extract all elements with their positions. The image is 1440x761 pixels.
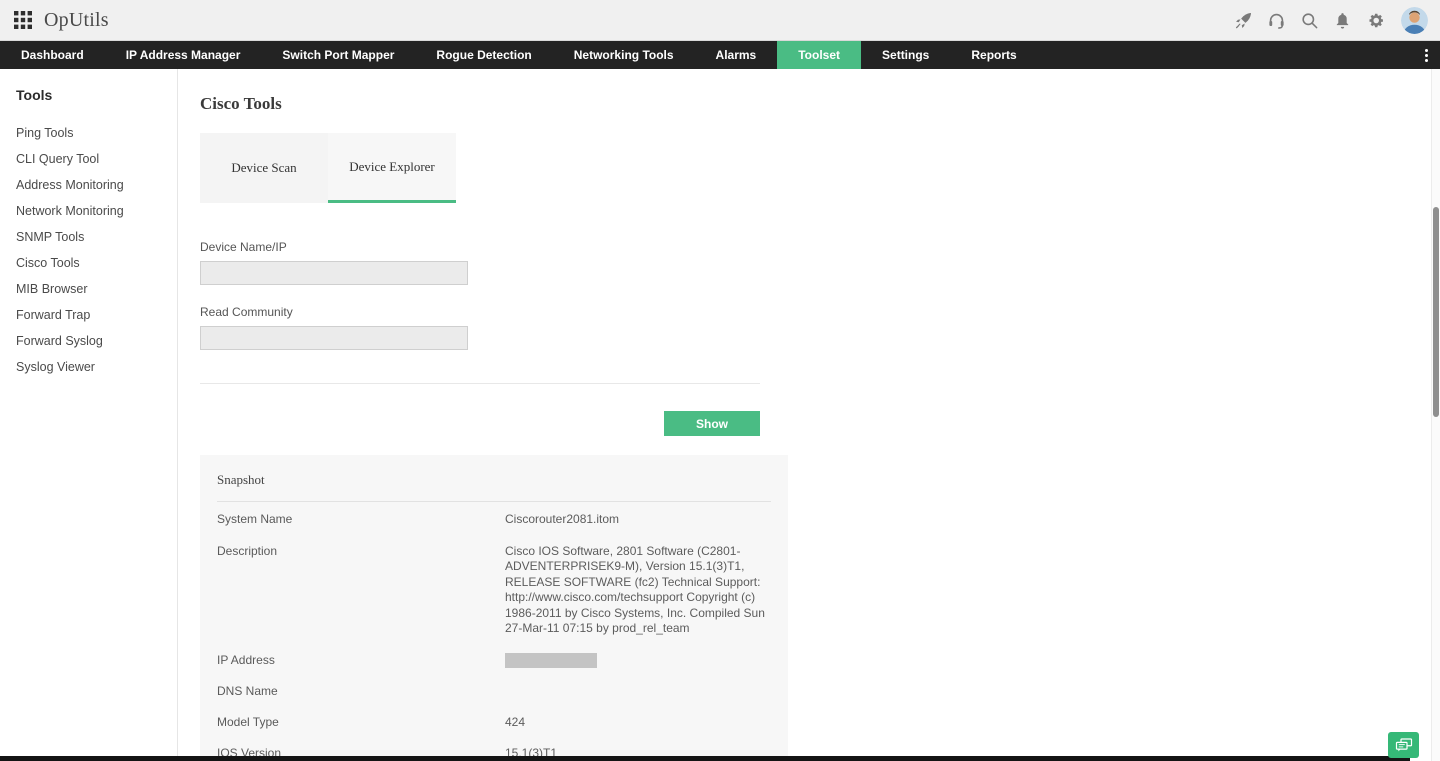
nav-tab-ip-address-manager[interactable]: IP Address Manager xyxy=(105,41,262,69)
scrollbar-thumb[interactable] xyxy=(1433,207,1439,417)
snapshot-row-model-type: Model Type 424 xyxy=(217,714,526,729)
snapshot-row-dns-name: DNS Name xyxy=(217,683,278,698)
nav-tab-rogue-detection[interactable]: Rogue Detection xyxy=(415,41,552,69)
sidebar-item-syslog-viewer[interactable]: Syslog Viewer xyxy=(16,361,161,374)
nav-tab-dashboard[interactable]: Dashboard xyxy=(0,41,105,69)
support-headset-icon[interactable] xyxy=(1266,10,1286,30)
read-community-label: Read Community xyxy=(200,305,293,319)
apps-grid-icon[interactable] xyxy=(14,11,32,29)
form-divider xyxy=(200,383,760,384)
notifications-bell-icon[interactable] xyxy=(1332,10,1352,30)
device-name-label: Device Name/IP xyxy=(200,240,287,254)
snapshot-divider xyxy=(217,501,771,502)
sidebar-title: Tools xyxy=(16,87,53,103)
device-explorer-form: Device Name/IP Read Community Show xyxy=(200,240,760,436)
tool-tabs: Device Scan Device Explorer xyxy=(200,133,1440,203)
read-community-input[interactable] xyxy=(200,326,468,350)
snapshot-row-system-name: System Name Ciscorouter2081.itom xyxy=(217,512,620,526)
sidebar-item-mib-browser[interactable]: MIB Browser xyxy=(16,283,161,296)
snapshot-row-description: Description Cisco IOS Software, 2801 Sof… xyxy=(217,543,765,636)
nav-tab-networking-tools[interactable]: Networking Tools xyxy=(553,41,695,69)
nav-tab-switch-port-mapper[interactable]: Switch Port Mapper xyxy=(261,41,415,69)
app-logo: OpUtils xyxy=(44,8,109,31)
snapshot-row-ip-address: IP Address xyxy=(217,645,771,676)
main-panel: Cisco Tools Device Scan Device Explorer … xyxy=(178,69,1440,761)
kebab-menu-icon[interactable] xyxy=(1418,41,1434,69)
sidebar-item-cli-query-tool[interactable]: CLI Query Tool xyxy=(16,153,161,166)
nav-tab-toolset[interactable]: Toolset xyxy=(777,41,862,69)
topbar: OpUtils xyxy=(0,0,1440,41)
sidebar-item-forward-syslog[interactable]: Forward Syslog xyxy=(16,335,161,348)
page-title: Cisco Tools xyxy=(200,94,282,113)
live-chat-button[interactable] xyxy=(1388,732,1419,758)
sidebar-item-ping-tools[interactable]: Ping Tools xyxy=(16,127,161,140)
snapshot-panel: Snapshot System Name Ciscorouter2081.ito… xyxy=(200,455,788,761)
redacted-ip-box xyxy=(505,652,597,668)
sidebar-item-address-monitoring[interactable]: Address Monitoring xyxy=(16,179,161,192)
sidebar-item-snmp-tools[interactable]: SNMP Tools xyxy=(16,231,161,244)
nav-tab-settings[interactable]: Settings xyxy=(861,41,950,69)
nav-tab-reports[interactable]: Reports xyxy=(950,41,1037,69)
sidebar-item-cisco-tools[interactable]: Cisco Tools xyxy=(16,257,161,270)
settings-gear-icon[interactable] xyxy=(1365,10,1385,30)
search-icon[interactable] xyxy=(1299,10,1319,30)
tab-device-scan[interactable]: Device Scan xyxy=(200,133,328,203)
launch-rocket-icon[interactable] xyxy=(1233,10,1253,30)
taskbar-edge xyxy=(0,756,1410,761)
vertical-scrollbar[interactable] xyxy=(1431,69,1440,761)
tools-sidebar: Tools Ping Tools CLI Query Tool Address … xyxy=(0,69,178,761)
show-button[interactable]: Show xyxy=(664,411,760,436)
sidebar-item-network-monitoring[interactable]: Network Monitoring xyxy=(16,205,161,218)
device-name-input[interactable] xyxy=(200,261,468,285)
tab-device-explorer[interactable]: Device Explorer xyxy=(328,133,456,203)
main-navbar: Dashboard IP Address Manager Switch Port… xyxy=(0,41,1440,69)
nav-tab-alarms[interactable]: Alarms xyxy=(695,41,778,69)
user-avatar[interactable] xyxy=(1401,6,1428,34)
snapshot-title: Snapshot xyxy=(217,472,265,487)
sidebar-item-forward-trap[interactable]: Forward Trap xyxy=(16,309,161,322)
